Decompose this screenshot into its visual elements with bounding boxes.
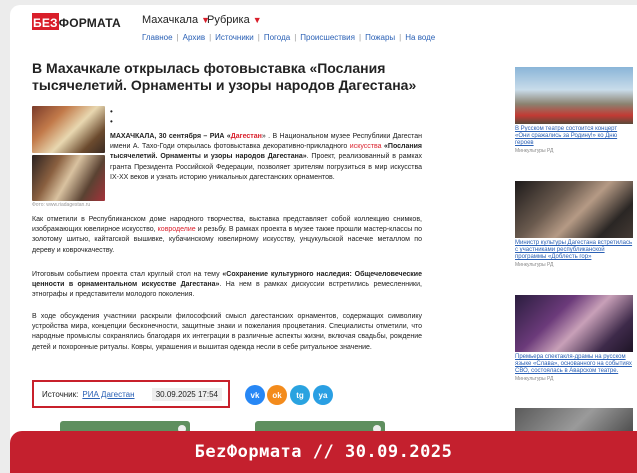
article-photo-1[interactable] — [32, 106, 105, 153]
article-paragraph-1: Как отметили в Республиканском доме наро… — [32, 215, 422, 256]
source-date: 30.09.2025 17:54 — [151, 387, 222, 401]
nav-item-incidents[interactable]: Происшествия — [300, 33, 355, 42]
telegram-share-icon[interactable]: tg — [290, 385, 310, 405]
sidebar-thumbnail[interactable] — [515, 67, 633, 124]
sidebar-thumbnail[interactable] — [515, 181, 633, 238]
site-header: БЕЗФОРМАТА Махачкала ▼ Рубрика ▼ Главное… — [10, 5, 637, 55]
yandex-share-icon[interactable]: ya — [313, 385, 333, 405]
article-paragraph-2: Итоговым событием проекта стал круглый с… — [32, 270, 422, 301]
chevron-down-icon: ▼ — [252, 15, 262, 25]
sidebar-item-title[interactable]: В Русском театре состоится концерт «Они … — [515, 126, 633, 147]
para1-link[interactable]: ковроделие — [158, 226, 196, 233]
article-lead: МАХАЧКАЛА, 30 сентября – РИА «Дагестан» … — [110, 132, 422, 183]
site-logo[interactable]: БЕЗФОРМАТА — [32, 13, 121, 30]
source-label: Источник: — [42, 389, 79, 399]
logo-suffix: ФОРМАТА — [58, 16, 121, 30]
logo-prefix: БЕЗ — [32, 16, 59, 30]
sidebar-item-source: Минкультуры РД — [515, 262, 554, 268]
sidebar-item-title[interactable]: Министр культуры Дагестана встретилась с… — [515, 240, 633, 261]
nav-item-on-water[interactable]: На воде — [405, 33, 435, 42]
sidebar-item[interactable]: В Русском театре состоится концерт «Они … — [515, 67, 633, 154]
nav-item-main[interactable]: Главное — [142, 33, 173, 42]
main-nav: Главное | Архив | Источники | Погода | Происшест… — [142, 33, 436, 42]
sidebar-item-source: Минкультуры РД — [515, 376, 554, 382]
sidebar-item[interactable]: Министр культуры Дагестана встретилась с… — [515, 181, 633, 268]
photo-credit: Фото: www.riadagestan.ru — [32, 202, 91, 208]
nav-item-fires[interactable]: Пожары — [365, 33, 395, 42]
nav-item-sources[interactable]: Источники — [215, 33, 254, 42]
sidebar-thumbnail[interactable] — [515, 295, 633, 352]
ok-share-icon[interactable]: ok — [267, 385, 287, 405]
rubric-label: Рубрика — [207, 14, 250, 26]
city-selector[interactable]: Махачкала ▼ — [142, 14, 210, 26]
article-paragraph-3: В ходе обсуждения участники раскрыли фил… — [32, 313, 422, 351]
rubric-selector[interactable]: Рубрика ▼ — [207, 14, 262, 26]
bullet-list: • • — [110, 107, 113, 126]
article-title: В Махачкале открылась фотовыставка «Посл… — [32, 60, 417, 93]
lead-art-link[interactable]: искусства — [350, 143, 382, 150]
nav-item-archive[interactable]: Архив — [183, 33, 205, 42]
lead-dateline: МАХАЧКАЛА, 30 сентября – РИА « — [110, 133, 231, 140]
sidebar-item[interactable]: Премьера спектакля-драмы на русском язык… — [515, 295, 633, 382]
bottom-banner: БеzФормата // 30.09.2025 — [10, 431, 637, 473]
vk-share-icon[interactable]: vk — [245, 385, 265, 405]
sidebar-item-title[interactable]: Премьера спектакля-драмы на русском язык… — [515, 354, 633, 375]
sidebar-item-source: Минкультуры РД — [515, 148, 554, 154]
article-photo-2[interactable] — [32, 155, 105, 201]
lead-source-link[interactable]: Дагестан — [231, 133, 262, 140]
nav-item-weather[interactable]: Погода — [264, 33, 290, 42]
source-link[interactable]: РИА Дагестан — [82, 390, 134, 399]
city-label: Махачкала — [142, 14, 199, 26]
page-card: БЕЗФОРМАТА Махачкала ▼ Рубрика ▼ Главное… — [10, 5, 637, 473]
source-box: Источник: РИА Дагестан 30.09.2025 17:54 — [32, 380, 230, 408]
para2-text-a: Итоговым событием проекта стал круглый с… — [32, 271, 223, 278]
